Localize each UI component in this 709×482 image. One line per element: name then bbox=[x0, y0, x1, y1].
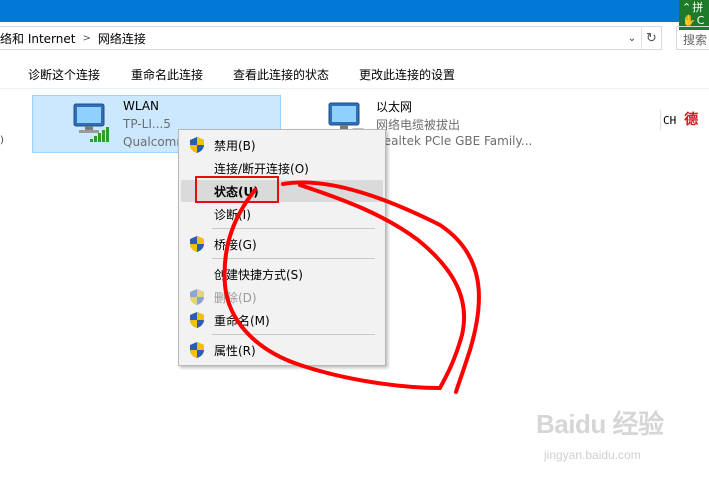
menu-item-disable[interactable]: 禁用(B) bbox=[181, 134, 383, 156]
connection-name: WLAN bbox=[123, 99, 160, 113]
menu-item-label: 重命名(M) bbox=[214, 313, 270, 328]
menu-item-label: 连接/断开连接(O) bbox=[214, 161, 309, 176]
menu-item-label: 桥接(G) bbox=[214, 237, 257, 252]
menu-item-properties[interactable]: 属性(R) bbox=[181, 339, 383, 361]
breadcrumb-network-connections[interactable]: 网络连接 bbox=[98, 30, 146, 47]
watermark-logo-text: Baidu 经验 bbox=[536, 409, 664, 439]
menu-item-label: 属性(R) bbox=[214, 343, 256, 358]
rename-connection-button[interactable]: 重命名此连接 bbox=[131, 66, 203, 83]
menu-item-bridge[interactable]: 桥接(G) bbox=[181, 233, 383, 255]
breadcrumb-separator[interactable]: > bbox=[82, 33, 90, 44]
ime-row-1: ⌃ 拼 bbox=[682, 1, 706, 14]
search-input[interactable]: 搜索 bbox=[676, 26, 709, 50]
menu-item-label: 诊断(I) bbox=[214, 207, 251, 222]
address-bar[interactable]: 络和 Internet > 网络连接 ⌄ ↻ bbox=[0, 26, 662, 50]
uac-shield-icon bbox=[190, 236, 204, 252]
menu-item-label: 删除(D) bbox=[214, 290, 257, 305]
language-tray[interactable]: CH 德 bbox=[660, 110, 709, 130]
language-indicator[interactable]: CH bbox=[663, 114, 676, 127]
menu-item-label: 禁用(B) bbox=[214, 138, 256, 153]
ime-mode-label: 拼 bbox=[692, 1, 704, 14]
wireless-adapter-icon bbox=[73, 103, 109, 142]
menu-separator bbox=[212, 334, 375, 335]
context-menu: 禁用(B) 连接/断开连接(O) 状态(U) 诊断(I) 桥接(G) 创建快捷方… bbox=[178, 129, 386, 366]
menu-item-connect-disconnect[interactable]: 连接/断开连接(O) bbox=[181, 157, 383, 179]
uac-shield-icon bbox=[190, 137, 204, 153]
connection-adapter: Realtek PCIe GBE Family... bbox=[376, 134, 533, 148]
diagnose-connection-button[interactable]: 诊断这个连接 bbox=[28, 66, 100, 83]
breadcrumb-network-internet[interactable]: 络和 Internet bbox=[0, 30, 75, 47]
command-bar: 诊断这个连接 重命名此连接 查看此连接的状态 更改此连接的设置 bbox=[0, 56, 709, 89]
title-bar bbox=[0, 0, 709, 22]
chevron-up-icon: ⌃ bbox=[682, 1, 692, 14]
menu-item-delete[interactable]: 删除(D) bbox=[181, 286, 383, 308]
uac-shield-icon bbox=[190, 342, 204, 358]
connection-status: 网络电缆被拔出 bbox=[376, 118, 461, 132]
view-status-button[interactable]: 查看此连接的状态 bbox=[233, 66, 329, 83]
menu-separator bbox=[212, 258, 375, 259]
change-settings-button[interactable]: 更改此连接的设置 bbox=[359, 66, 455, 83]
menu-item-create-shortcut[interactable]: 创建快捷方式(S) bbox=[181, 263, 383, 285]
chevron-down-icon[interactable]: ⌄ bbox=[623, 27, 641, 49]
menu-item-status[interactable]: 状态(U) bbox=[181, 180, 383, 202]
menu-item-label: 创建快捷方式(S) bbox=[214, 267, 303, 282]
uac-shield-icon bbox=[190, 312, 204, 328]
menu-item-label: 状态(U) bbox=[214, 184, 259, 199]
baidu-watermark: Baidu 经验 jingyan.baidu.com bbox=[536, 404, 706, 466]
menu-item-diagnose[interactable]: 诊断(I) bbox=[181, 203, 383, 225]
connection-ssid: TP-LI...5 bbox=[123, 117, 171, 131]
left-edge-fragment: ) bbox=[0, 135, 4, 146]
menu-separator bbox=[212, 228, 375, 229]
uac-shield-icon bbox=[190, 289, 204, 305]
refresh-icon[interactable]: ↻ bbox=[641, 27, 661, 49]
input-method-icon[interactable]: 德 bbox=[682, 111, 700, 129]
menu-item-rename[interactable]: 重命名(M) bbox=[181, 309, 383, 331]
connection-name: 以太网 bbox=[376, 100, 413, 114]
watermark-url: jingyan.baidu.com bbox=[544, 448, 641, 462]
